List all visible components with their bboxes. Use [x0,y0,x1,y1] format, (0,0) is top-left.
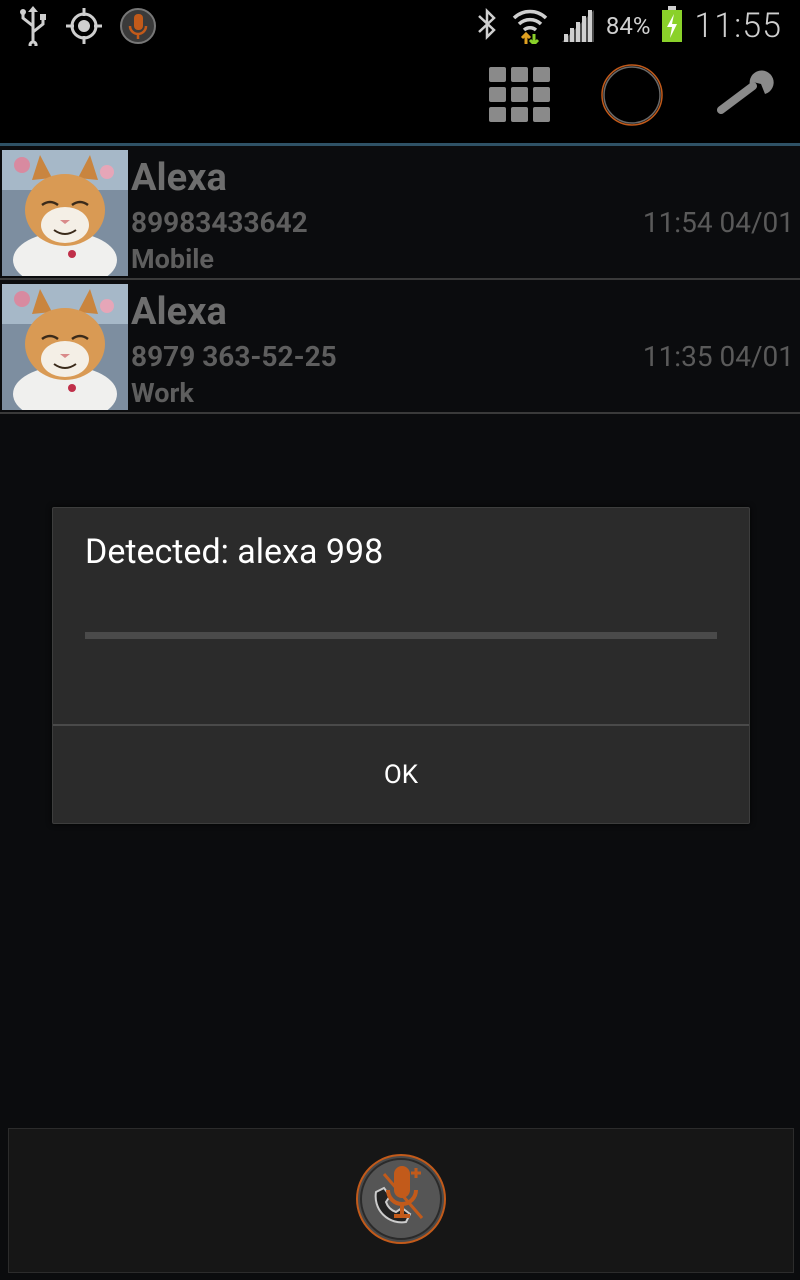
dialpad-icon [489,67,551,127]
voice-dial-mic-icon [354,1152,448,1250]
progress-bar [85,632,717,639]
status-bar: 84% 11:55 [0,0,800,50]
battery-percentage: 84% [605,12,651,40]
usb-icon [16,6,50,50]
status-clock: 11:55 [694,6,782,46]
bottom-bar [8,1128,794,1273]
wifi-icon [510,4,550,48]
contact-name: Alexa [131,290,227,334]
signal-icon [560,4,596,48]
battery-icon [660,4,684,48]
detection-dialog: Detected: alexa 998 OK [52,507,750,824]
voice-dial-button[interactable] [354,1154,448,1248]
settings-wrench-icon [717,70,777,124]
bluetooth-icon [474,4,500,48]
contact-photo [2,150,128,276]
contact-number-type: Mobile [131,243,214,275]
contact-number-type: Work [131,377,194,409]
list-item[interactable]: Alexa 89983433642 Mobile 11:54 04/01 [0,148,800,280]
contact-name: Alexa [131,156,227,200]
contact-number: 89983433642 [131,206,308,239]
gps-icon [64,6,104,50]
contact-photo [2,284,128,410]
voice-record-icon [599,62,665,132]
ok-button[interactable]: OK [53,726,749,823]
settings-button[interactable] [712,64,782,130]
call-timestamp: 11:35 04/01 [642,340,794,373]
dialpad-button[interactable] [485,64,555,130]
voice-record-button[interactable] [597,64,667,130]
list-item[interactable]: Alexa 8979 363-52-25 Work 11:35 04/01 [0,282,800,414]
call-log-list: Alexa 89983433642 Mobile 11:54 04/01 Ale… [0,148,800,416]
action-bar [0,50,800,146]
contact-number: 8979 363-52-25 [131,340,337,373]
dialog-title: Detected: alexa 998 [85,532,384,572]
call-timestamp: 11:54 04/01 [642,206,794,239]
app-mic-icon [118,6,158,50]
